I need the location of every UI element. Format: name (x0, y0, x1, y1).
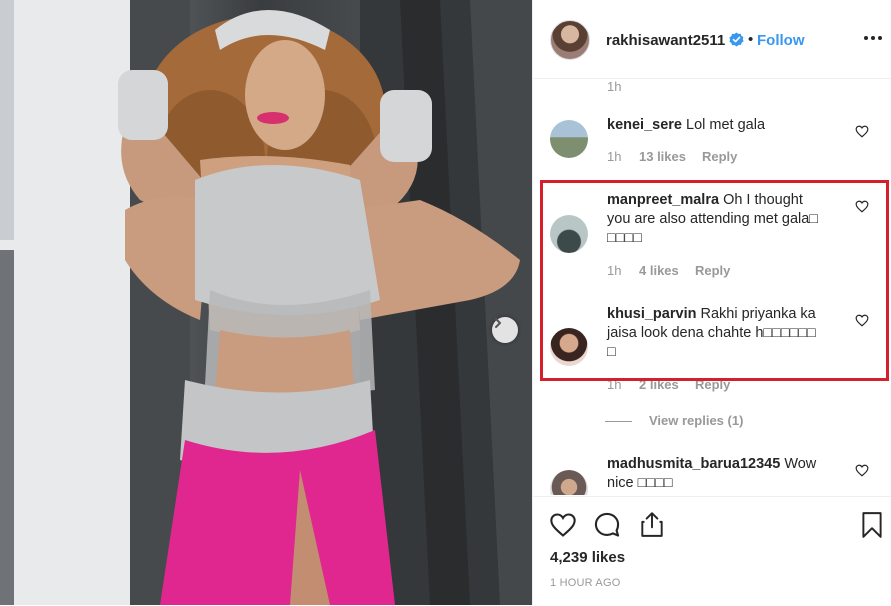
comment-text: khusi_parvin Rakhi priyanka ka jaisa loo… (607, 305, 857, 362)
comment-username[interactable]: madhusmita_barua12345 (607, 456, 780, 472)
comment-text: madhusmita_barua12345 Wow nice □□□□ (607, 455, 857, 493)
reply-button[interactable]: Reply (702, 149, 737, 164)
post-time: 1 HOUR AGO (550, 577, 621, 589)
avatar[interactable] (550, 20, 590, 60)
comment-body: Wow (784, 456, 817, 472)
more-options-icon[interactable] (864, 36, 882, 42)
comment-body: Rakhi priyanka ka (700, 306, 816, 322)
avatar[interactable] (550, 215, 588, 253)
post-sidebar: rakhisawant2511 • Follow 1h kenei_sere L… (532, 0, 891, 605)
post-actions: 4,239 likes 1 HOUR AGO (533, 496, 891, 606)
comment-username[interactable]: khusi_parvin (607, 306, 696, 322)
bookmark-icon[interactable] (860, 511, 884, 539)
heart-icon[interactable] (855, 200, 869, 213)
comments-list[interactable]: 1h kenei_sere Lol met gala 1h 13 likes R… (533, 79, 891, 495)
comment-time: 1h (607, 79, 622, 94)
chevron-right-icon (495, 318, 501, 328)
reply-button[interactable]: Reply (695, 377, 730, 392)
photo-illustration (0, 0, 532, 605)
comment-body-line3: □□□□ (607, 230, 643, 246)
comment-username[interactable]: manpreet_malra (607, 192, 719, 208)
avatar[interactable] (550, 328, 588, 366)
comment-likes[interactable]: 4 likes (639, 263, 679, 278)
heart-icon[interactable] (855, 464, 869, 477)
header-username[interactable]: rakhisawant2511 (606, 32, 725, 49)
view-replies-button[interactable]: View replies (1) (649, 413, 743, 428)
comment-icon[interactable] (593, 511, 621, 539)
heart-icon[interactable] (855, 314, 869, 327)
comment-likes[interactable]: 13 likes (639, 149, 686, 164)
post-header: rakhisawant2511 • Follow (533, 0, 891, 79)
comment-body: Oh I thought (723, 192, 803, 208)
comment-body-line2: jaisa look dena chahte h□□□□□□ (607, 325, 816, 341)
likes-count[interactable]: 4,239 likes (550, 549, 625, 566)
comment-text: manpreet_malra Oh I thought you are also… (607, 191, 857, 248)
comment-text: kenei_sere Lol met gala (607, 116, 847, 135)
avatar[interactable] (550, 470, 588, 495)
comment-body: Lol met gala (686, 117, 766, 133)
comment-username[interactable]: kenei_sere (607, 117, 682, 133)
reply-button[interactable]: Reply (695, 263, 730, 278)
verified-icon (729, 32, 744, 47)
replies-divider (605, 421, 632, 422)
heart-icon[interactable] (549, 512, 577, 538)
comment-body-line2: nice □□□□ (607, 475, 673, 491)
comment-body-line3: □ (607, 344, 616, 360)
comment-time: 1h (607, 149, 622, 164)
next-photo-button[interactable] (492, 317, 518, 343)
post-photo[interactable] (0, 0, 532, 605)
share-icon[interactable] (639, 510, 665, 538)
comment-time: 1h (607, 377, 622, 392)
comment-time: 1h (607, 263, 622, 278)
heart-icon[interactable] (855, 125, 869, 138)
comment-likes[interactable]: 2 likes (639, 377, 679, 392)
avatar[interactable] (550, 120, 588, 158)
comment-body-line2: you are also attending met gala□ (607, 211, 819, 227)
follow-button[interactable]: Follow (757, 32, 805, 49)
header-separator: • (748, 31, 754, 48)
